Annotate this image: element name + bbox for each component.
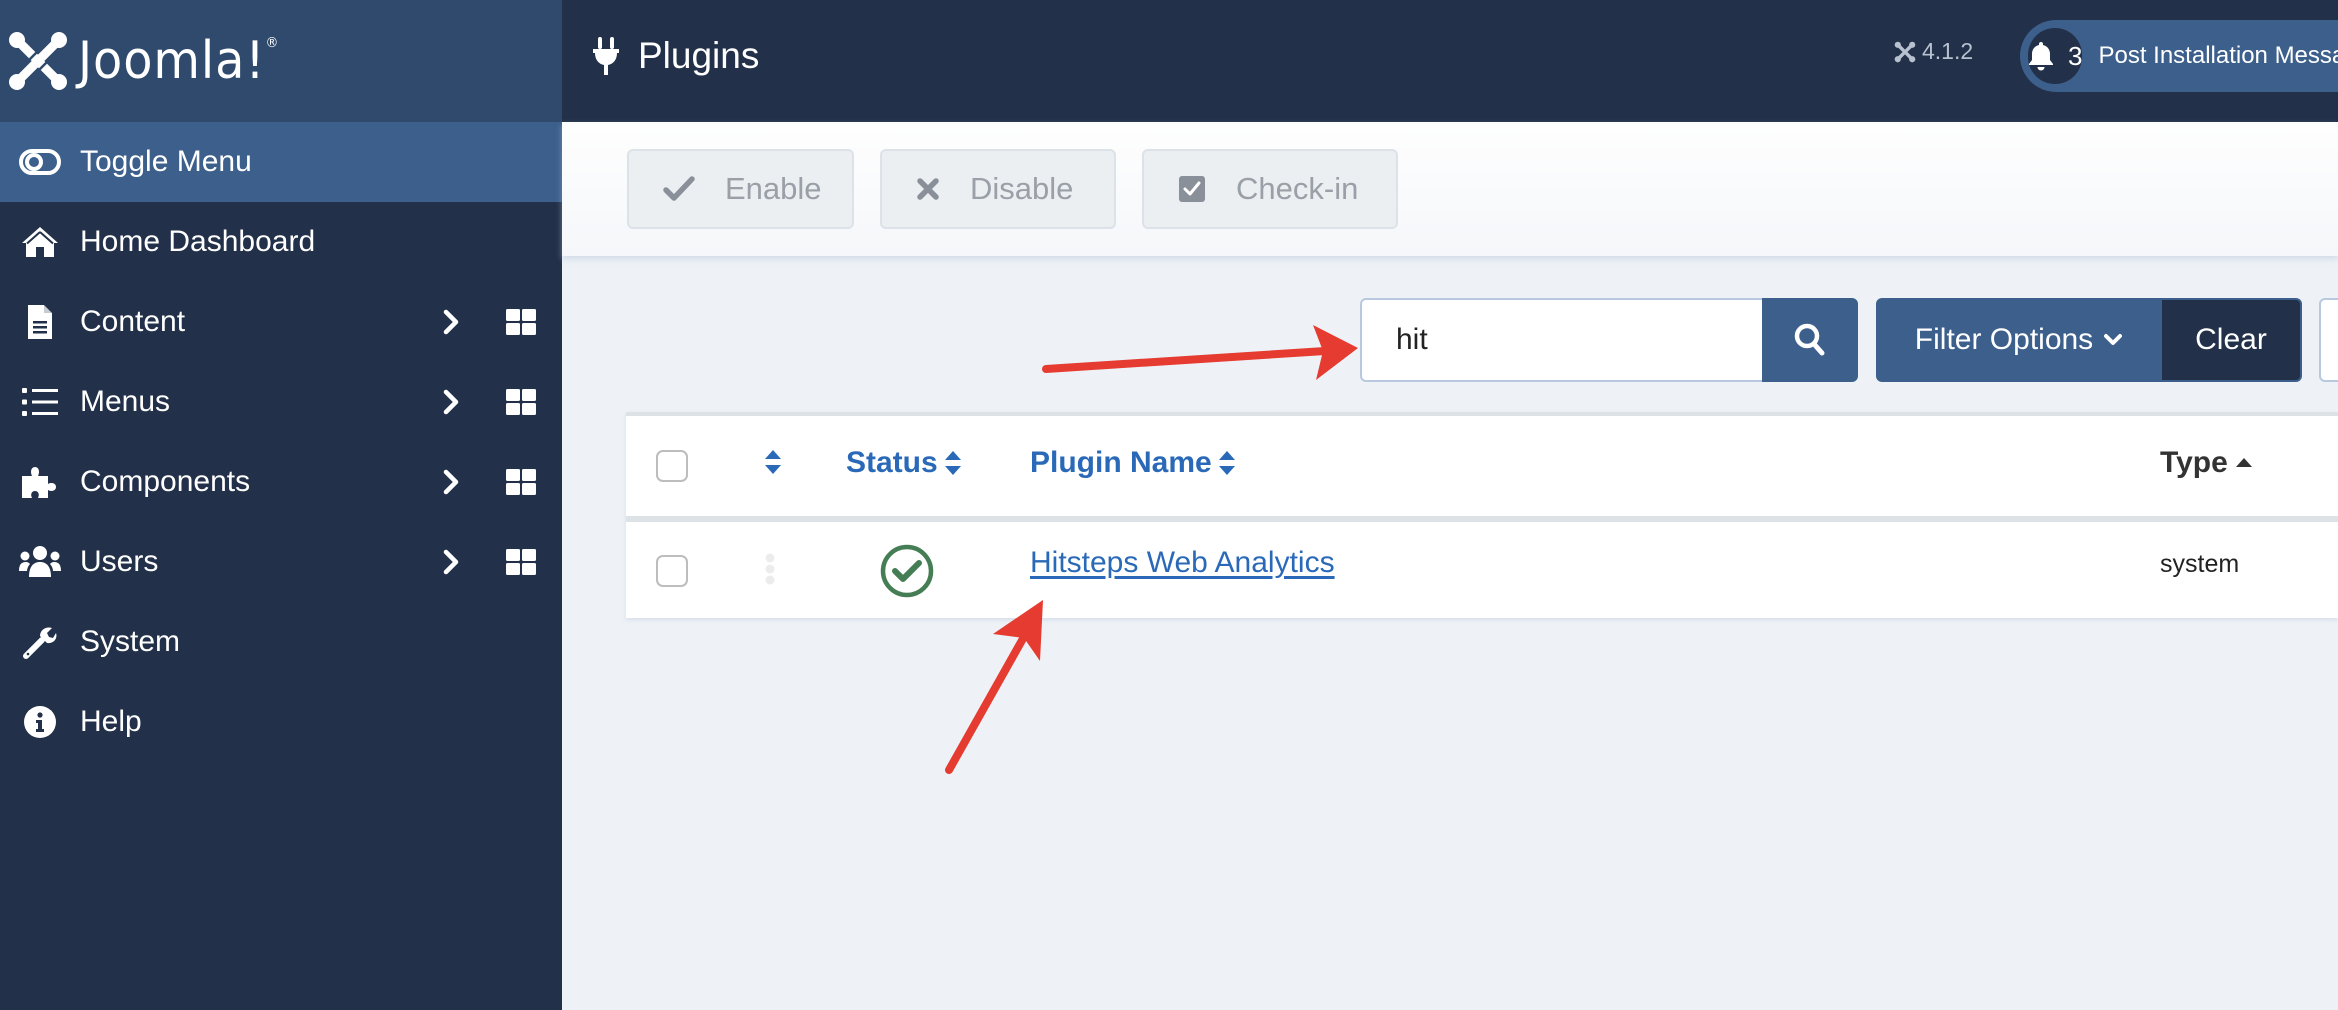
annotation-arrow-to-search <box>1042 325 1358 380</box>
joomla-logo-icon <box>9 32 67 90</box>
enable-label: Enable <box>725 171 822 206</box>
page-title: Plugins <box>592 0 759 112</box>
filter-options-button[interactable]: Filter Options <box>1876 298 2162 382</box>
users-icon <box>0 545 80 579</box>
annotation-arrow-to-plugin-link <box>945 600 1043 774</box>
sort-ascending-icon <box>2235 458 2252 467</box>
sidebar-item-menus[interactable]: Menus <box>0 362 562 442</box>
joomla-logo[interactable]: Joomla!® <box>6 29 297 93</box>
sort-icon <box>765 450 781 474</box>
post-installation-messages-button[interactable]: 3 Post Installation Messages <box>2020 20 2338 92</box>
brand-name-text: Joomla! <box>78 31 266 91</box>
search-button[interactable] <box>1762 298 1858 382</box>
file-icon <box>0 303 80 341</box>
chevron-right-icon[interactable] <box>436 386 466 418</box>
sidebar-item-label: Users <box>80 545 159 578</box>
select-all-checkbox[interactable] <box>656 450 688 482</box>
ordering-sort-toggle[interactable] <box>764 448 782 476</box>
plugin-name-link[interactable]: Hitsteps Web Analytics <box>1030 546 1335 580</box>
puzzle-icon <box>0 464 80 500</box>
brand-header: Joomla!® <box>0 0 562 122</box>
status-column-header[interactable]: Status <box>846 446 962 480</box>
plugin-name-header-label: Plugin Name <box>1030 446 1212 479</box>
close-icon <box>917 178 939 200</box>
trademark: ® <box>265 35 280 51</box>
checkbox-checked-icon <box>1179 176 1205 202</box>
sidebar-item-system[interactable]: System <box>0 602 562 682</box>
brand-name: Joomla!® <box>78 31 279 91</box>
post-installation-label: Post Installation Messages <box>2098 42 2338 69</box>
table-header-row: Status Plugin Name Type <box>626 416 2338 516</box>
wrench-icon <box>0 624 80 660</box>
sidebar-item-help[interactable]: Help <box>0 682 562 762</box>
chevron-right-icon[interactable] <box>436 546 466 578</box>
sidebar-item-toggle-menu[interactable]: Toggle Menu <box>0 122 562 202</box>
search-icon <box>1794 323 1825 356</box>
sidebar-item-content[interactable]: Content <box>0 282 562 362</box>
sort-icon <box>944 451 961 475</box>
joomla-small-icon <box>1894 41 1916 62</box>
version-number: 4.1.2 <box>1922 38 1974 64</box>
list-limit-select[interactable] <box>2319 298 2338 382</box>
sidebar-item-label: Menus <box>80 385 171 418</box>
toggle-icon <box>0 149 80 175</box>
version-info[interactable]: 4.1.2 <box>1894 38 1973 65</box>
sidebar-item-components[interactable]: Components <box>0 442 562 522</box>
enable-button[interactable]: Enable <box>627 149 854 229</box>
sidebar-item-label: Components <box>80 465 251 498</box>
sort-icon <box>1218 451 1235 475</box>
info-icon <box>0 705 80 739</box>
toolbar: Enable Disable Check-in <box>562 122 2338 256</box>
dashboard-grid-icon[interactable] <box>504 546 538 578</box>
row-checkbox[interactable] <box>656 555 688 587</box>
disable-label: Disable <box>970 171 1074 206</box>
sidebar: Joomla!® Toggle Menu Home Dashboard Cont… <box>0 0 562 1010</box>
sidebar-item-home-dashboard[interactable]: Home Dashboard <box>0 202 562 282</box>
type-column-header[interactable]: Type <box>2160 446 2254 480</box>
app-root: Joomla!® Toggle Menu Home Dashboard Cont… <box>0 0 2338 1010</box>
sidebar-item-label: Content <box>80 305 186 338</box>
drag-handle-icon[interactable] <box>764 552 776 588</box>
dashboard-grid-icon[interactable] <box>504 466 538 498</box>
plugin-type: system <box>2160 550 2240 578</box>
plugins-table: Status Plugin Name Type Hitsteps Web Ana… <box>626 412 2338 618</box>
disable-button[interactable]: Disable <box>880 149 1116 229</box>
top-header: Plugins 4.1.2 3 Post Installation Messag… <box>562 0 2338 122</box>
check-icon <box>663 176 695 201</box>
plug-icon <box>593 37 619 75</box>
type-header-label: Type <box>2160 446 2228 479</box>
search-input[interactable] <box>1360 298 1762 382</box>
sidebar-item-label: System <box>80 625 181 658</box>
page-title-text: Plugins <box>638 35 760 76</box>
dashboard-grid-icon[interactable] <box>504 306 538 338</box>
clear-label: Clear <box>2195 323 2267 356</box>
plugin-name-column-header[interactable]: Plugin Name <box>1030 446 1236 480</box>
sidebar-item-label: Home Dashboard <box>80 225 316 258</box>
chevron-right-icon[interactable] <box>436 306 466 338</box>
clear-button[interactable]: Clear <box>2162 298 2302 382</box>
home-icon <box>0 225 80 259</box>
status-header-label: Status <box>846 446 938 479</box>
chevron-down-icon <box>2104 334 2123 345</box>
bell-icon <box>2029 42 2053 71</box>
check-in-button[interactable]: Check-in <box>1142 149 1398 229</box>
notifications-badge: 3 <box>2028 28 2083 84</box>
sidebar-item-label: Help <box>80 705 142 738</box>
status-enabled-icon[interactable] <box>880 544 934 598</box>
list-icon <box>0 387 80 417</box>
dashboard-grid-icon[interactable] <box>504 386 538 418</box>
notifications-count: 3 <box>2068 40 2083 71</box>
table-row: Hitsteps Web Analytics system <box>626 522 2338 618</box>
chevron-right-icon[interactable] <box>436 466 466 498</box>
check-in-label: Check-in <box>1236 171 1359 206</box>
filter-options-label: Filter Options <box>1914 323 2094 356</box>
sidebar-item-users[interactable]: Users <box>0 522 562 602</box>
sidebar-item-label: Toggle Menu <box>80 145 252 178</box>
